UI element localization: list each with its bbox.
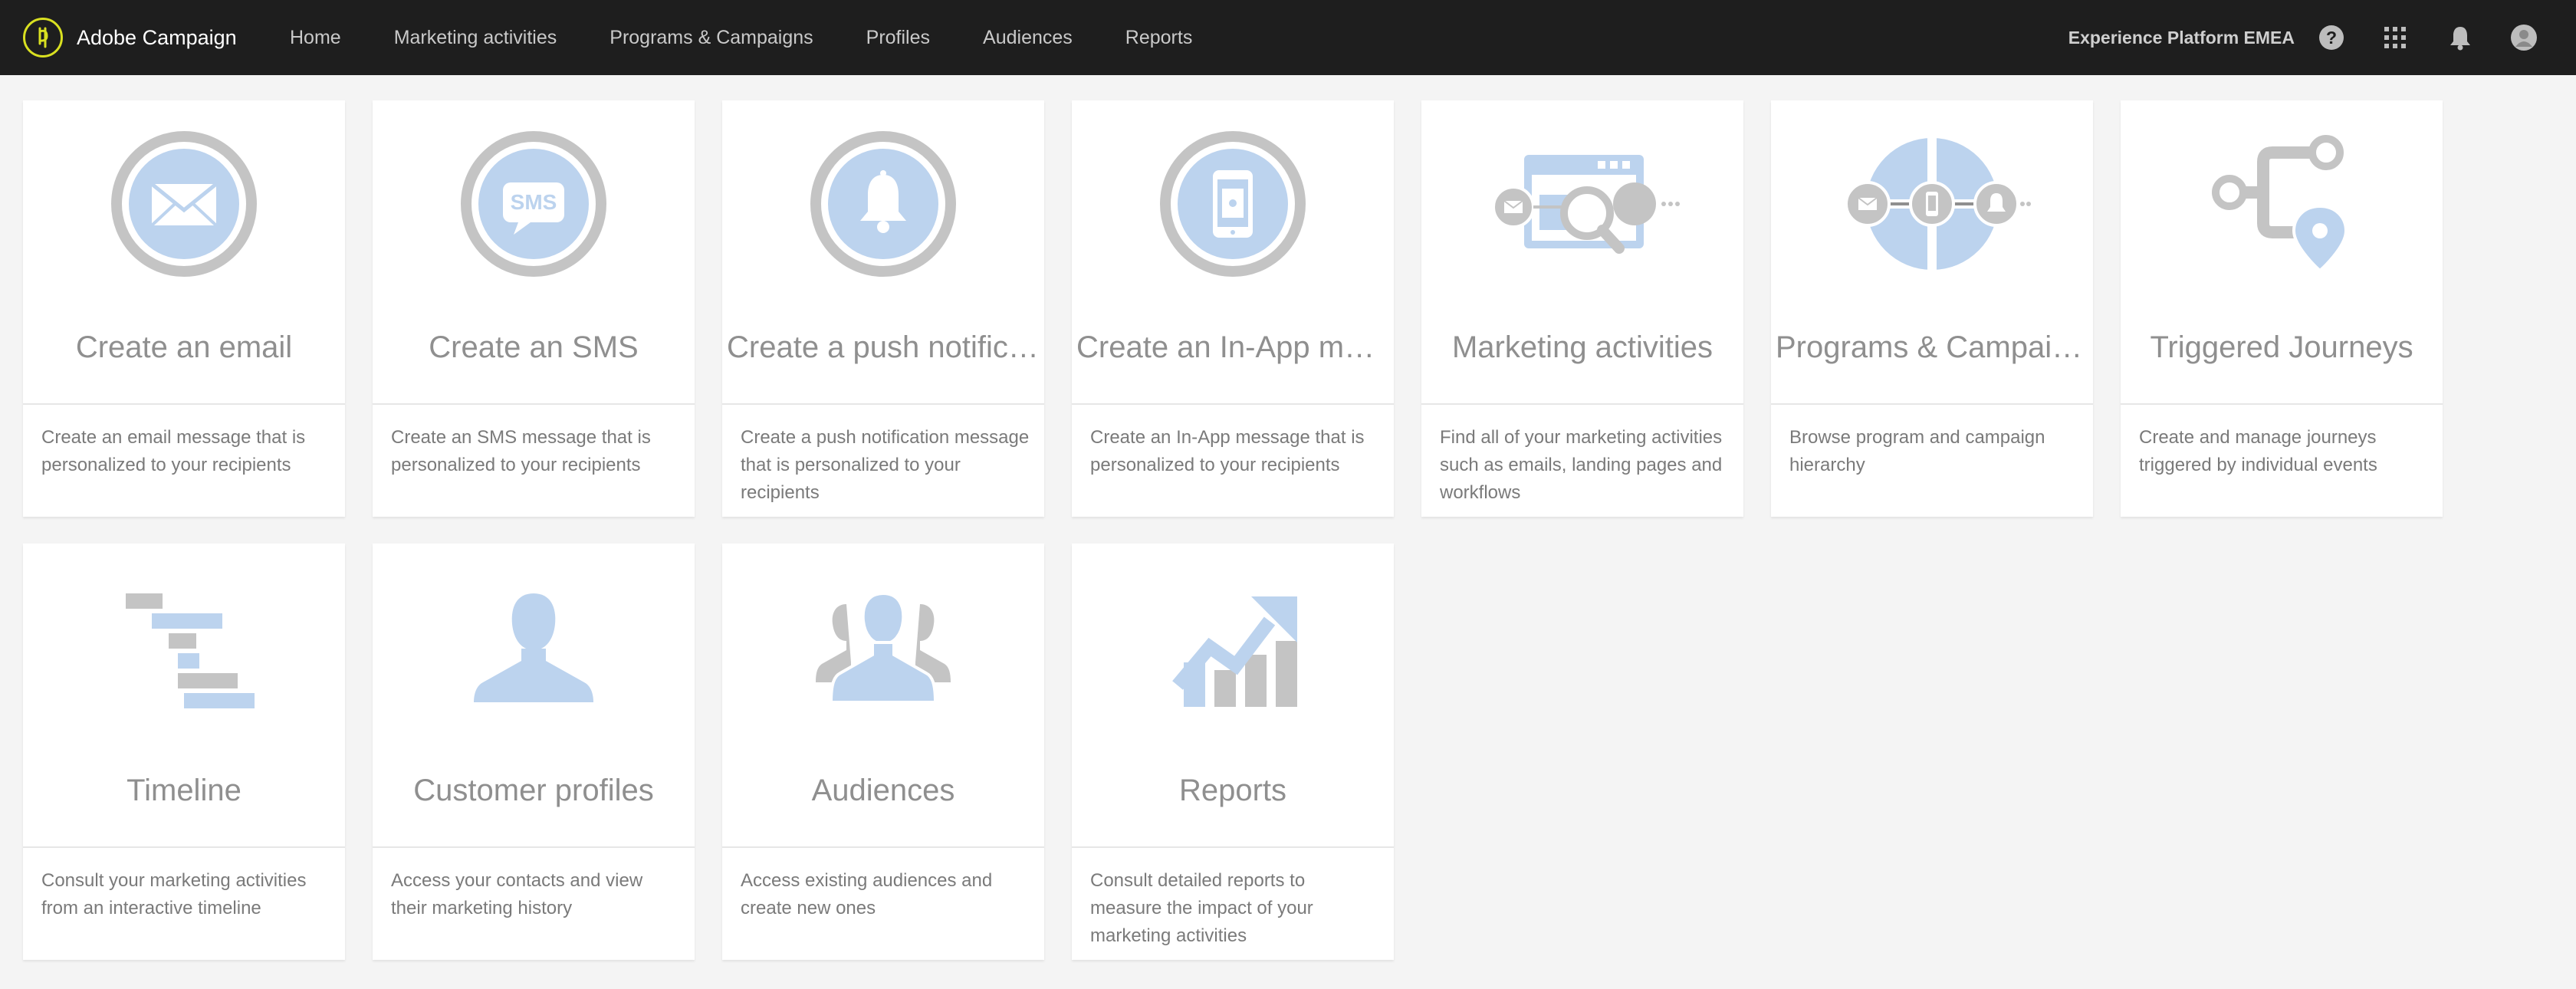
card-audiences[interactable]: Audiences Access existing audiences and … xyxy=(722,544,1044,960)
card-triggered-journeys[interactable]: Triggered Journeys Create and manage jou… xyxy=(2121,100,2443,517)
card-reports[interactable]: Reports Consult detailed reports to meas… xyxy=(1072,544,1394,960)
divider xyxy=(1072,403,1394,405)
divider xyxy=(373,846,695,848)
in-app-message-icon xyxy=(1160,131,1306,277)
nav-marketing-activities[interactable]: Marketing activities xyxy=(394,27,557,49)
nav-programs-campaigns[interactable]: Programs & Campaigns xyxy=(610,27,813,49)
app-name: Adobe Campaign xyxy=(77,25,237,49)
card-customer-profiles[interactable]: Customer profiles Access your contacts a… xyxy=(373,544,695,960)
divider xyxy=(722,403,1044,405)
programs-campaigns-icon xyxy=(1845,138,2031,270)
marketing-activities-icon xyxy=(1492,155,1680,254)
card-description: Create an SMS message that is personaliz… xyxy=(391,427,651,475)
adobe-campaign-logo-icon xyxy=(23,18,63,58)
help-icon[interactable]: ? xyxy=(2316,22,2347,53)
divider xyxy=(373,403,695,405)
customer-profile-icon xyxy=(474,593,593,702)
card-title: Create an SMS xyxy=(429,330,639,364)
reports-icon xyxy=(1172,596,1297,707)
svg-text:?: ? xyxy=(2326,28,2337,48)
card-title: Timeline xyxy=(127,774,242,807)
nav-audiences[interactable]: Audiences xyxy=(983,27,1073,49)
card-description: Create an email message that is personal… xyxy=(41,427,306,475)
card-description: Create and manage journeys triggered by … xyxy=(2139,427,2377,475)
card-description: Create a push notification message that … xyxy=(741,427,1030,503)
divider xyxy=(1771,403,2093,405)
card-title: Create an email xyxy=(75,330,293,364)
triggered-journeys-icon xyxy=(2212,135,2348,273)
sms-icon: SMS xyxy=(461,131,606,277)
card-title: Audiences xyxy=(811,774,955,807)
timeline-icon xyxy=(126,593,255,708)
divider xyxy=(23,846,345,848)
card-title: Programs & Campaigns xyxy=(1776,330,2093,364)
card-description: Consult detailed reports to measure the … xyxy=(1090,870,1313,946)
user-avatar-icon[interactable] xyxy=(2509,22,2539,53)
card-create-sms[interactable]: SMS Create an SMS Create an SMS message … xyxy=(373,100,695,517)
divider xyxy=(1072,846,1394,848)
divider xyxy=(1421,403,1743,405)
bell-icon[interactable] xyxy=(2445,22,2476,53)
card-title: Customer profiles xyxy=(413,774,654,807)
card-description: Consult your marketing activities from a… xyxy=(41,870,307,918)
card-title: Reports xyxy=(1178,774,1287,807)
nav-reports[interactable]: Reports xyxy=(1125,27,1193,49)
audiences-icon xyxy=(816,591,951,704)
nav-home[interactable]: Home xyxy=(290,27,341,49)
card-create-email[interactable]: Create an email Create an email message … xyxy=(23,100,345,517)
card-create-in-app-message[interactable]: Create an In-App mes... Create an In-App… xyxy=(1072,100,1394,517)
divider xyxy=(23,403,345,405)
brand[interactable]: Adobe Campaign xyxy=(23,0,237,75)
card-title: Create an In-App mes... xyxy=(1076,330,1394,364)
card-title: Marketing activities xyxy=(1451,330,1714,364)
card-description: Access existing audiences and create new… xyxy=(741,870,993,918)
org-switcher[interactable]: Experience Platform EMEA xyxy=(2068,0,2295,75)
nav-profiles[interactable]: Profiles xyxy=(866,27,930,49)
card-description: Access your contacts and view their mark… xyxy=(391,870,643,918)
card-description: Find all of your marketing activities su… xyxy=(1440,427,1723,503)
divider xyxy=(722,846,1044,848)
top-bar: Adobe Campaign Home Marketing activities… xyxy=(0,0,2576,75)
push-notification-icon xyxy=(810,131,956,277)
apps-grid-icon[interactable] xyxy=(2380,22,2410,53)
card-description: Create an In-App message that is persona… xyxy=(1090,427,1365,475)
svg-text:SMS: SMS xyxy=(511,190,557,214)
card-description: Browse program and campaign hierarchy xyxy=(1789,427,2045,475)
card-programs-campaigns[interactable]: Programs & Campaigns Browse program and … xyxy=(1771,100,2093,517)
card-timeline[interactable]: Timeline Consult your marketing activiti… xyxy=(23,544,345,960)
card-title: Create a push notificat... xyxy=(727,330,1044,364)
card-marketing-activities[interactable]: Marketing activities Find all of your ma… xyxy=(1421,100,1743,517)
card-create-push-notification[interactable]: Create a push notificat... Create a push… xyxy=(722,100,1044,517)
email-icon xyxy=(111,131,257,277)
card-title: Triggered Journeys xyxy=(2150,330,2413,364)
divider xyxy=(2121,403,2443,405)
main-nav: Home Marketing activities Programs & Cam… xyxy=(290,0,1245,75)
